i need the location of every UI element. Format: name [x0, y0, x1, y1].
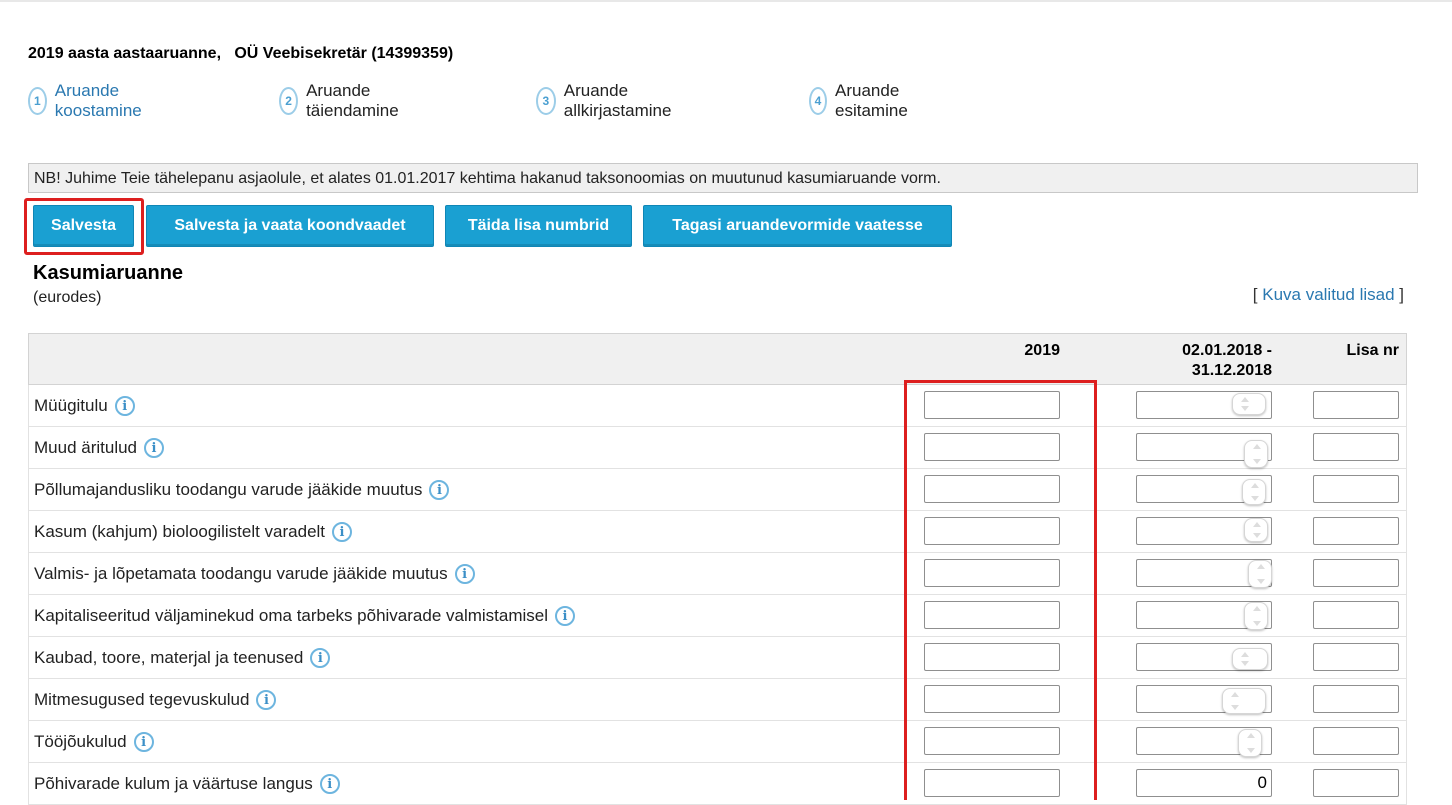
step-4-number: 4 [809, 87, 828, 115]
table-header: 2019 02.01.2018 - 31.12.2018 Lisa nr [28, 333, 1407, 385]
step-4[interactable]: 4 Aruande esitamine [809, 81, 918, 120]
note-number-input[interactable] [1313, 517, 1399, 545]
note-number-input[interactable] [1313, 643, 1399, 671]
table-row: Põhivarade kulum ja väärtuse langus i [28, 763, 1407, 805]
report-title: 2019 aasta aastaaruanne, OÜ Veebisekretä… [28, 45, 454, 62]
info-icon[interactable]: i [310, 648, 331, 668]
spinner-icon[interactable] [1244, 440, 1268, 468]
info-icon[interactable]: i [256, 690, 277, 710]
info-icon[interactable]: i [332, 522, 353, 542]
info-icon[interactable]: i [429, 480, 450, 500]
step-3-label[interactable]: Aruande allkirjastamine [564, 81, 680, 121]
info-icon[interactable]: i [133, 732, 154, 752]
save-and-view-summary-button[interactable]: Salvesta ja vaata koondvaadet [146, 205, 434, 247]
info-icon[interactable]: i [319, 774, 340, 794]
link-bracket-close: ] [1394, 285, 1404, 304]
step-1-number: 1 [28, 87, 47, 115]
section-title: Kasumiaruanne [33, 262, 184, 284]
note-number-input[interactable] [1313, 475, 1399, 503]
step-2[interactable]: 2 Aruande täiendamine [279, 81, 408, 120]
note-number-input[interactable] [1313, 601, 1399, 629]
table-row: Põllumajandusliku toodangu varude jääkid… [28, 469, 1407, 511]
table-row: Kasum (kahjum) bioloogilistelt varadelt i [28, 511, 1407, 553]
table-row: Mitmesugused tegevuskulud i [28, 679, 1407, 721]
row-label: Valmis- ja lõpetamata toodangu varude jä… [34, 564, 448, 583]
column-2018-end: 31.12.2018 [1191, 362, 1272, 379]
step-3-number: 3 [536, 87, 556, 115]
step-2-number: 2 [279, 87, 299, 115]
section-unit: (eurodes) [33, 289, 102, 306]
column-2018: 02.01.2018 - 31.12.2018 [1109, 341, 1272, 381]
show-selected-notes: [ Kuva valitud lisad ] [1253, 285, 1404, 305]
step-3[interactable]: 3 Aruande allkirjastamine [536, 81, 680, 120]
info-icon[interactable]: i [144, 438, 165, 458]
spinner-icon[interactable] [1242, 479, 1266, 505]
spinner-icon[interactable] [1222, 688, 1266, 714]
top-divider [0, 0, 1452, 2]
note-number-input[interactable] [1313, 727, 1399, 755]
table-row: Kapitaliseeritud väljaminekud oma tarbek… [28, 595, 1407, 637]
table-row: Valmis- ja lõpetamata toodangu varude jä… [28, 553, 1407, 595]
row-label: Kaubad, toore, materjal ja teenused [34, 648, 304, 667]
row-label: Kapitaliseeritud väljaminekud oma tarbek… [34, 606, 549, 625]
spinner-icon[interactable] [1244, 518, 1268, 542]
note-number-input[interactable] [1313, 433, 1399, 461]
value-2018-input[interactable] [1136, 769, 1272, 797]
info-icon[interactable]: i [454, 564, 475, 584]
step-4-label[interactable]: Aruande esitamine [835, 81, 918, 121]
note-number-input[interactable] [1313, 391, 1399, 419]
table-row: Kaubad, toore, materjal ja teenused i [28, 637, 1407, 679]
row-label: Muud äritulud [34, 438, 138, 457]
spinner-icon[interactable] [1248, 560, 1272, 588]
info-icon[interactable]: i [114, 396, 135, 416]
spinner-icon[interactable] [1232, 648, 1268, 670]
fill-note-numbers-button[interactable]: Täida lisa numbrid [445, 205, 632, 247]
row-label: Põllumajandusliku toodangu varude jääkid… [34, 480, 423, 499]
spinner-icon[interactable] [1238, 729, 1262, 757]
link-bracket-open: [ [1252, 285, 1263, 304]
row-label: Mitmesugused tegevuskulud [34, 690, 250, 709]
note-number-input[interactable] [1313, 685, 1399, 713]
step-1[interactable]: 1 Aruande koostamine [28, 81, 151, 120]
row-label: Müügitulu [34, 396, 108, 415]
back-to-forms-button[interactable]: Tagasi aruandevormide vaatesse [643, 205, 952, 247]
note-number-input[interactable] [1313, 559, 1399, 587]
column-2019-highlight [904, 380, 1097, 800]
step-2-label[interactable]: Aruande täiendamine [306, 81, 408, 121]
note-number-input[interactable] [1313, 769, 1399, 797]
table-row: Tööjõukulud i [28, 721, 1407, 763]
notice-banner: NB! Juhime Teie tähelepanu asjaolule, et… [28, 163, 1418, 193]
step-1-label[interactable]: Aruande koostamine [55, 81, 151, 121]
table-row: Muud äritulud i [28, 427, 1407, 469]
show-selected-notes-link[interactable]: Kuva valitud lisad [1262, 285, 1394, 304]
row-label: Tööjõukulud [34, 732, 127, 751]
row-label: Põhivarade kulum ja väärtuse langus [34, 774, 313, 793]
row-label: Kasum (kahjum) bioloogilistelt varadelt [34, 522, 326, 541]
save-button[interactable]: Salvesta [33, 205, 134, 247]
spinner-icon[interactable] [1244, 602, 1268, 630]
table-row: Müügitulu i [28, 385, 1407, 427]
column-2019: 2019 [1024, 342, 1060, 359]
column-2018-start: 02.01.2018 - [1182, 342, 1272, 359]
column-note-number: Lisa nr [1346, 342, 1399, 359]
info-icon[interactable]: i [555, 606, 576, 626]
spinner-icon[interactable] [1232, 393, 1266, 415]
